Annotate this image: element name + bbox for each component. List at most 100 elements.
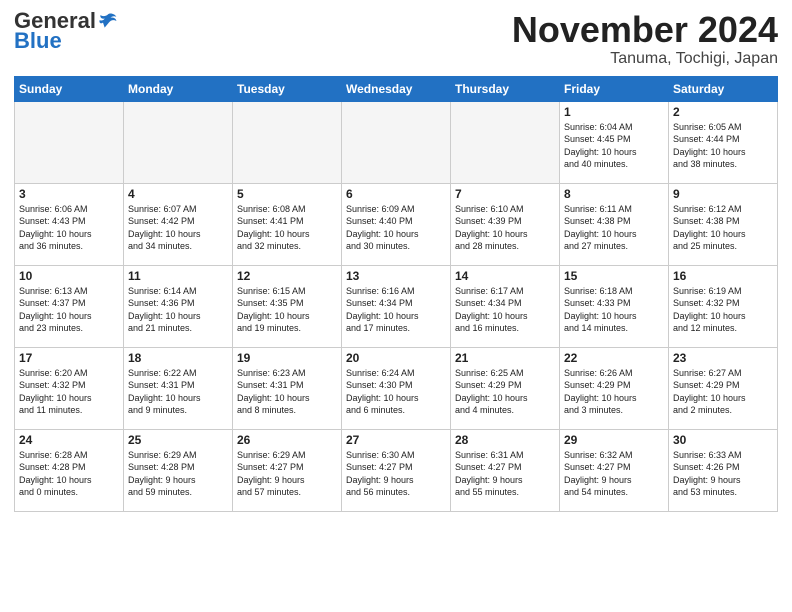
day-info: Sunrise: 6:20 AM Sunset: 4:32 PM Dayligh…: [19, 367, 119, 417]
calendar-week-row: 1 Sunrise: 6:04 AM Sunset: 4:45 PM Daylig…: [15, 101, 778, 183]
location-text: Tanuma, Tochigi, Japan: [512, 50, 778, 68]
calendar-cell: 12 Sunrise: 6:15 AM Sunset: 4:35 PM Dayli…: [233, 265, 342, 347]
calendar-cell: 19 Sunrise: 6:23 AM Sunset: 4:31 PM Dayli…: [233, 347, 342, 429]
day-number: 26: [237, 433, 337, 447]
day-number: 27: [346, 433, 446, 447]
day-info: Sunrise: 6:07 AM Sunset: 4:42 PM Dayligh…: [128, 203, 228, 253]
calendar-cell: 8 Sunrise: 6:11 AM Sunset: 4:38 PM Daylig…: [560, 183, 669, 265]
day-number: 28: [455, 433, 555, 447]
calendar-cell: 9 Sunrise: 6:12 AM Sunset: 4:38 PM Daylig…: [669, 183, 778, 265]
calendar-cell: 15 Sunrise: 6:18 AM Sunset: 4:33 PM Dayli…: [560, 265, 669, 347]
day-info: Sunrise: 6:05 AM Sunset: 4:44 PM Dayligh…: [673, 121, 773, 171]
calendar-cell: 18 Sunrise: 6:22 AM Sunset: 4:31 PM Dayli…: [124, 347, 233, 429]
day-number: 17: [19, 351, 119, 365]
day-info: Sunrise: 6:27 AM Sunset: 4:29 PM Dayligh…: [673, 367, 773, 417]
weekday-header-monday: Monday: [124, 76, 233, 101]
calendar-cell: 1 Sunrise: 6:04 AM Sunset: 4:45 PM Daylig…: [560, 101, 669, 183]
day-number: 12: [237, 269, 337, 283]
calendar-week-row: 24Sunrise: 6:28 AM Sunset: 4:28 PM Dayli…: [15, 429, 778, 511]
day-number: 18: [128, 351, 228, 365]
day-number: 14: [455, 269, 555, 283]
day-info: Sunrise: 6:13 AM Sunset: 4:37 PM Dayligh…: [19, 285, 119, 335]
calendar-cell: [342, 101, 451, 183]
calendar-cell: 3 Sunrise: 6:06 AM Sunset: 4:43 PM Daylig…: [15, 183, 124, 265]
day-info: Sunrise: 6:25 AM Sunset: 4:29 PM Dayligh…: [455, 367, 555, 417]
calendar-week-row: 10 Sunrise: 6:13 AM Sunset: 4:37 PM Dayli…: [15, 265, 778, 347]
calendar-cell: 21 Sunrise: 6:25 AM Sunset: 4:29 PM Dayli…: [451, 347, 560, 429]
day-number: 20: [346, 351, 446, 365]
calendar-cell: 11 Sunrise: 6:14 AM Sunset: 4:36 PM Dayli…: [124, 265, 233, 347]
day-number: 11: [128, 269, 228, 283]
calendar-cell: 10 Sunrise: 6:13 AM Sunset: 4:37 PM Dayli…: [15, 265, 124, 347]
day-number: 29: [564, 433, 664, 447]
day-number: 4: [128, 187, 228, 201]
day-number: 23: [673, 351, 773, 365]
day-number: 3: [19, 187, 119, 201]
day-info: Sunrise: 6:28 AM Sunset: 4:28 PM Dayligh…: [19, 449, 119, 499]
day-info: Sunrise: 6:23 AM Sunset: 4:31 PM Dayligh…: [237, 367, 337, 417]
day-number: 8: [564, 187, 664, 201]
calendar-cell: 30 Sunrise: 6:33 AM Sunset: 4:26 PM Dayli…: [669, 429, 778, 511]
day-number: 19: [237, 351, 337, 365]
logo-bird-icon: [98, 11, 118, 31]
day-info: Sunrise: 6:17 AM Sunset: 4:34 PM Dayligh…: [455, 285, 555, 335]
calendar-cell: 7 Sunrise: 6:10 AM Sunset: 4:39 PM Daylig…: [451, 183, 560, 265]
page-container: General Blue November 2024 Tanuma, Tochi…: [0, 0, 792, 518]
day-number: 22: [564, 351, 664, 365]
day-info: Sunrise: 6:19 AM Sunset: 4:32 PM Dayligh…: [673, 285, 773, 335]
day-info: Sunrise: 6:15 AM Sunset: 4:35 PM Dayligh…: [237, 285, 337, 335]
day-info: Sunrise: 6:29 AM Sunset: 4:27 PM Dayligh…: [237, 449, 337, 499]
day-info: Sunrise: 6:22 AM Sunset: 4:31 PM Dayligh…: [128, 367, 228, 417]
day-info: Sunrise: 6:14 AM Sunset: 4:36 PM Dayligh…: [128, 285, 228, 335]
day-info: Sunrise: 6:33 AM Sunset: 4:26 PM Dayligh…: [673, 449, 773, 499]
calendar-cell: 5 Sunrise: 6:08 AM Sunset: 4:41 PM Daylig…: [233, 183, 342, 265]
day-number: 1: [564, 105, 664, 119]
day-number: 10: [19, 269, 119, 283]
day-number: 16: [673, 269, 773, 283]
day-info: Sunrise: 6:30 AM Sunset: 4:27 PM Dayligh…: [346, 449, 446, 499]
day-number: 30: [673, 433, 773, 447]
day-number: 9: [673, 187, 773, 201]
calendar-cell: 16 Sunrise: 6:19 AM Sunset: 4:32 PM Dayli…: [669, 265, 778, 347]
title-block: November 2024 Tanuma, Tochigi, Japan: [512, 10, 778, 68]
calendar-cell: [233, 101, 342, 183]
calendar-cell: 25Sunrise: 6:29 AM Sunset: 4:28 PM Dayli…: [124, 429, 233, 511]
calendar-cell: [451, 101, 560, 183]
page-header: General Blue November 2024 Tanuma, Tochi…: [14, 10, 778, 68]
calendar-table: SundayMondayTuesdayWednesdayThursdayFrid…: [14, 76, 778, 512]
day-info: Sunrise: 6:18 AM Sunset: 4:33 PM Dayligh…: [564, 285, 664, 335]
day-info: Sunrise: 6:29 AM Sunset: 4:28 PM Dayligh…: [128, 449, 228, 499]
calendar-cell: 13Sunrise: 6:16 AM Sunset: 4:34 PM Dayli…: [342, 265, 451, 347]
day-info: Sunrise: 6:11 AM Sunset: 4:38 PM Dayligh…: [564, 203, 664, 253]
month-title: November 2024: [512, 10, 778, 50]
calendar-cell: 6Sunrise: 6:09 AM Sunset: 4:40 PM Daylig…: [342, 183, 451, 265]
calendar-cell: 27 Sunrise: 6:30 AM Sunset: 4:27 PM Dayli…: [342, 429, 451, 511]
weekday-header-sunday: Sunday: [15, 76, 124, 101]
day-number: 7: [455, 187, 555, 201]
weekday-header-row: SundayMondayTuesdayWednesdayThursdayFrid…: [15, 76, 778, 101]
day-number: 5: [237, 187, 337, 201]
calendar-cell: 17 Sunrise: 6:20 AM Sunset: 4:32 PM Dayli…: [15, 347, 124, 429]
weekday-header-tuesday: Tuesday: [233, 76, 342, 101]
day-info: Sunrise: 6:12 AM Sunset: 4:38 PM Dayligh…: [673, 203, 773, 253]
day-number: 21: [455, 351, 555, 365]
day-number: 15: [564, 269, 664, 283]
weekday-header-thursday: Thursday: [451, 76, 560, 101]
day-info: Sunrise: 6:24 AM Sunset: 4:30 PM Dayligh…: [346, 367, 446, 417]
day-info: Sunrise: 6:04 AM Sunset: 4:45 PM Dayligh…: [564, 121, 664, 171]
day-number: 6: [346, 187, 446, 201]
weekday-header-saturday: Saturday: [669, 76, 778, 101]
calendar-week-row: 17 Sunrise: 6:20 AM Sunset: 4:32 PM Dayli…: [15, 347, 778, 429]
day-number: 2: [673, 105, 773, 119]
day-info: Sunrise: 6:10 AM Sunset: 4:39 PM Dayligh…: [455, 203, 555, 253]
day-info: Sunrise: 6:31 AM Sunset: 4:27 PM Dayligh…: [455, 449, 555, 499]
day-info: Sunrise: 6:06 AM Sunset: 4:43 PM Dayligh…: [19, 203, 119, 253]
day-number: 13: [346, 269, 446, 283]
calendar-cell: 26 Sunrise: 6:29 AM Sunset: 4:27 PM Dayli…: [233, 429, 342, 511]
logo: General Blue: [14, 10, 118, 54]
logo-blue-text: Blue: [14, 28, 62, 54]
day-info: Sunrise: 6:08 AM Sunset: 4:41 PM Dayligh…: [237, 203, 337, 253]
calendar-cell: 4 Sunrise: 6:07 AM Sunset: 4:42 PM Daylig…: [124, 183, 233, 265]
day-info: Sunrise: 6:32 AM Sunset: 4:27 PM Dayligh…: [564, 449, 664, 499]
calendar-week-row: 3 Sunrise: 6:06 AM Sunset: 4:43 PM Daylig…: [15, 183, 778, 265]
